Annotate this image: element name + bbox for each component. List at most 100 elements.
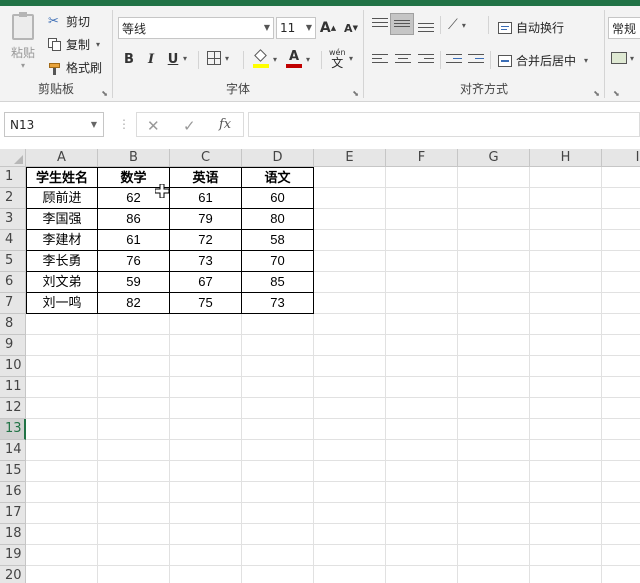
cell-a4[interactable]: 李建材 [26,230,98,251]
cell-d3[interactable]: 80 [242,209,314,230]
cell-a20[interactable] [26,566,98,583]
column-header-h[interactable]: H [530,149,602,167]
cell-e18[interactable] [314,524,386,545]
row-header-5[interactable]: 5 [0,251,26,272]
cell-c11[interactable] [170,377,242,398]
paste-button[interactable]: 粘贴 ▾ [8,12,38,70]
cell-c15[interactable] [170,461,242,482]
cell-d19[interactable] [242,545,314,566]
cell-h2[interactable] [530,188,602,209]
row-header-17[interactable]: 17 [0,503,26,524]
cell-g4[interactable] [458,230,530,251]
phonetic-button[interactable]: wén 文 [329,48,346,69]
wrap-text-button[interactable]: 自动换行 [498,19,564,36]
cell-e3[interactable] [314,209,386,230]
middle-align-button[interactable] [390,13,414,35]
cell-a19[interactable] [26,545,98,566]
cell-i18[interactable] [602,524,640,545]
cell-a9[interactable] [26,335,98,356]
cell-g2[interactable] [458,188,530,209]
row-header-13[interactable]: 13 [0,419,26,440]
number-launcher-icon[interactable]: ⬊ [613,89,620,98]
cell-f2[interactable] [386,188,458,209]
cell-e19[interactable] [314,545,386,566]
cell-g17[interactable] [458,503,530,524]
cell-h20[interactable] [530,566,602,583]
cell-c4[interactable]: 72 [170,230,242,251]
underline-button[interactable]: U [163,49,183,69]
column-header-g[interactable]: G [458,149,530,167]
cell-f14[interactable] [386,440,458,461]
bold-button[interactable]: B [119,49,139,69]
cell-h6[interactable] [530,272,602,293]
cell-f19[interactable] [386,545,458,566]
cell-d18[interactable] [242,524,314,545]
italic-button[interactable]: I [141,49,161,69]
cell-h7[interactable] [530,293,602,314]
cell-f6[interactable] [386,272,458,293]
cell-e1[interactable] [314,167,386,188]
cell-a6[interactable]: 刘文弟 [26,272,98,293]
cell-g6[interactable] [458,272,530,293]
cell-e15[interactable] [314,461,386,482]
font-color-button[interactable]: A ▾ [286,50,310,68]
cell-d2[interactable]: 60 [242,188,314,209]
cell-b20[interactable] [98,566,170,583]
row-header-19[interactable]: 19 [0,545,26,566]
column-header-e[interactable]: E [314,149,386,167]
cell-c12[interactable] [170,398,242,419]
cell-g16[interactable] [458,482,530,503]
cell-f20[interactable] [386,566,458,583]
more-options-icon[interactable]: ⋮ [118,118,130,130]
row-header-10[interactable]: 10 [0,356,26,377]
cell-a13[interactable] [26,419,98,440]
cell-h4[interactable] [530,230,602,251]
cell-e2[interactable] [314,188,386,209]
cell-h10[interactable] [530,356,602,377]
cell-e4[interactable] [314,230,386,251]
top-align-icon[interactable] [372,18,388,30]
cell-c2[interactable]: 61 [170,188,242,209]
cell-i11[interactable] [602,377,640,398]
row-header-16[interactable]: 16 [0,482,26,503]
cell-h8[interactable] [530,314,602,335]
cell-b10[interactable] [98,356,170,377]
cell-c8[interactable] [170,314,242,335]
phonetic-dropdown-icon[interactable]: ▾ [349,54,353,63]
cell-h14[interactable] [530,440,602,461]
cell-i14[interactable] [602,440,640,461]
cell-h9[interactable] [530,335,602,356]
orientation-button[interactable]: ⟋ ▾ [448,17,466,33]
alignment-launcher-icon[interactable]: ⬊ [593,89,600,98]
cell-f5[interactable] [386,251,458,272]
cell-e12[interactable] [314,398,386,419]
cell-c20[interactable] [170,566,242,583]
column-header-a[interactable]: A [26,149,98,167]
cell-i4[interactable] [602,230,640,251]
cell-i5[interactable] [602,251,640,272]
cell-i10[interactable] [602,356,640,377]
cell-h16[interactable] [530,482,602,503]
cell-c19[interactable] [170,545,242,566]
cell-c14[interactable] [170,440,242,461]
name-box[interactable]: N13 ▼ [4,112,104,137]
spreadsheet-grid[interactable]: A B C D E F G H I 1 学生姓名 数学 英语 语文 2 顾前进 62 61 60 3 李国强 86 79 80… [0,149,640,583]
row-header-4[interactable]: 4 [0,230,26,251]
cell-e13[interactable] [314,419,386,440]
font-size-combo[interactable]: 11 ▼ [276,17,316,39]
cell-c6[interactable]: 67 [170,272,242,293]
copy-button[interactable]: 复制 ▾ [48,36,100,53]
cell-d15[interactable] [242,461,314,482]
cell-g20[interactable] [458,566,530,583]
cell-c5[interactable]: 73 [170,251,242,272]
cell-b8[interactable] [98,314,170,335]
cell-c10[interactable] [170,356,242,377]
cell-d1[interactable]: 语文 [242,167,314,188]
cell-b14[interactable] [98,440,170,461]
cell-b19[interactable] [98,545,170,566]
cell-g19[interactable] [458,545,530,566]
row-header-1[interactable]: 1 [0,167,26,188]
cell-d6[interactable]: 85 [242,272,314,293]
cell-i15[interactable] [602,461,640,482]
cell-c13[interactable] [170,419,242,440]
